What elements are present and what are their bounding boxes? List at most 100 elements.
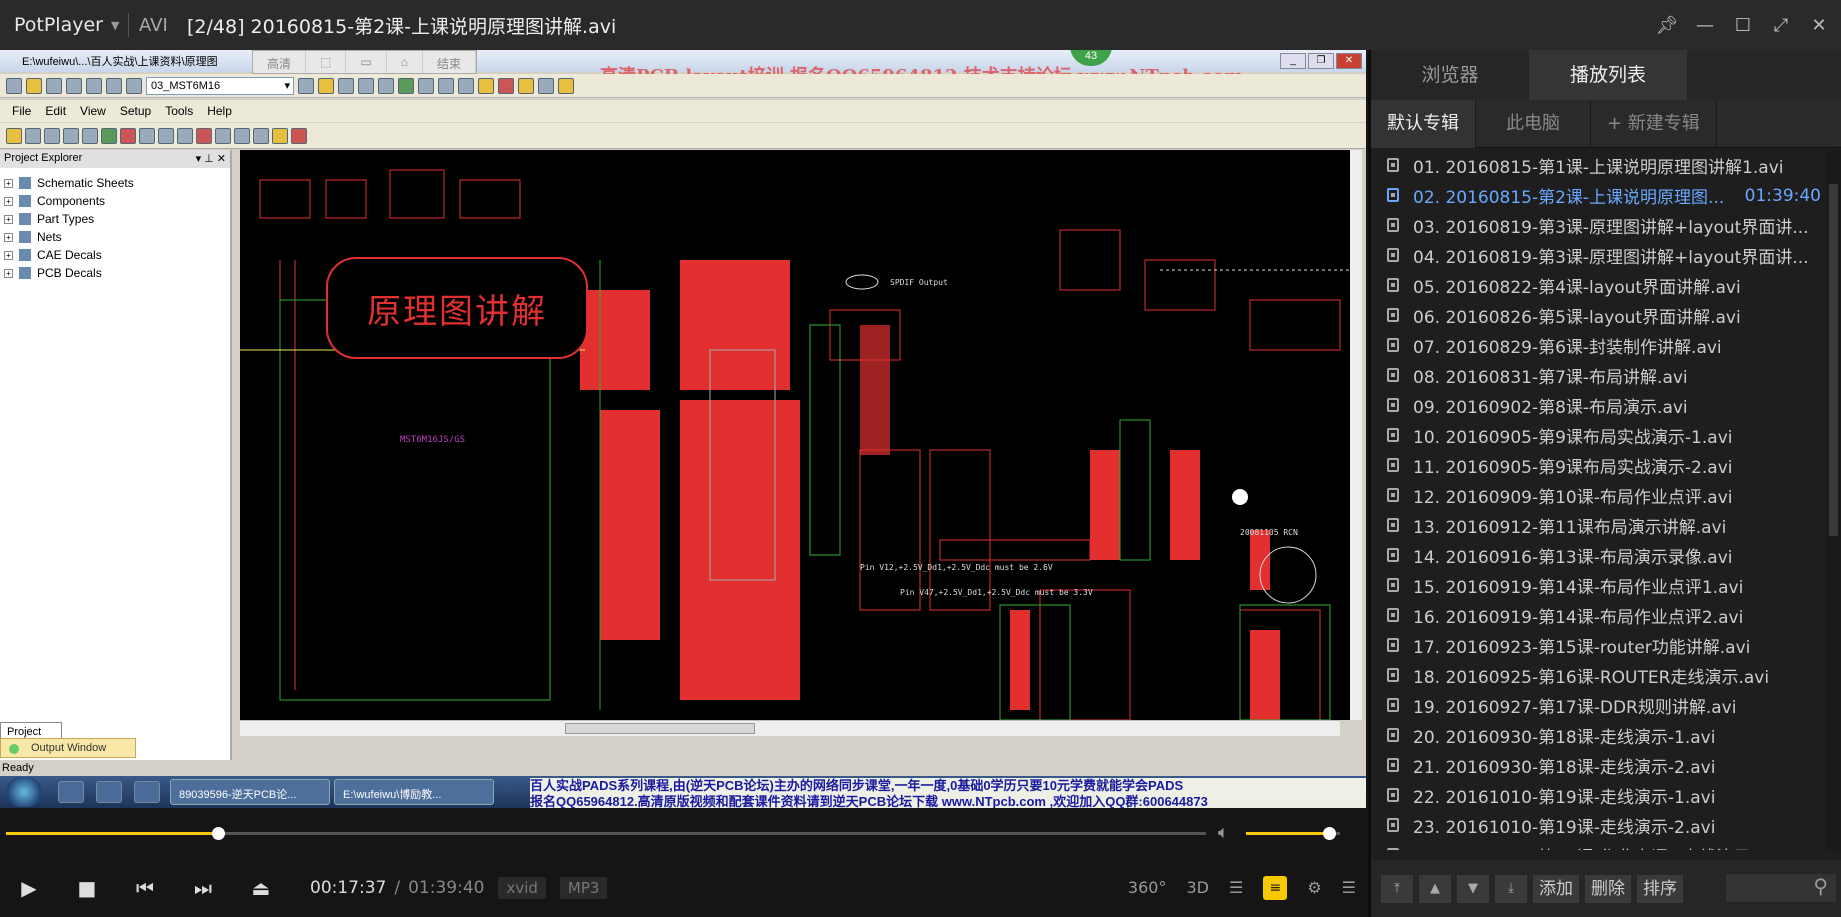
3d-button[interactable]: 3D xyxy=(1186,878,1209,897)
tab-default-album[interactable]: 默认专辑 xyxy=(1371,99,1476,148)
playlist-item[interactable]: 03. 20160819-第3课-原理图讲解+layout界面讲... xyxy=(1371,210,1829,240)
eject-button[interactable]: ⏏︎ xyxy=(232,876,290,900)
stop-button[interactable]: ■ xyxy=(58,876,116,900)
volume-slider[interactable] xyxy=(1246,827,1340,840)
playlist-item[interactable]: 23. 20161010-第19课-走线演示-2.avi xyxy=(1371,810,1829,840)
move-icon xyxy=(25,127,41,144)
components-icon xyxy=(19,195,31,207)
cae-decals-icon xyxy=(19,249,31,261)
audio-codec-badge[interactable]: MP3 xyxy=(559,876,608,899)
tree-item: + CAE Decals xyxy=(4,246,226,264)
menu-icon[interactable]: ☰ xyxy=(1342,878,1356,897)
playlist-item[interactable]: 06. 20160826-第5课-layout界面讲解.avi xyxy=(1371,300,1829,330)
playlist-item[interactable]: 10. 20160905-第9课布局实战演示-1.avi xyxy=(1371,420,1829,450)
total-duration: 01:39:40 xyxy=(408,877,485,898)
playlist-item[interactable]: 08. 20160831-第7课-布局讲解.avi xyxy=(1371,360,1829,390)
capture-icon xyxy=(538,77,554,94)
playlist-item[interactable]: 09. 20160902-第8课-布局演示.avi xyxy=(1371,390,1829,420)
playlist-item-name: 11. 20160905-第9课布局实战演示-2.avi xyxy=(1413,457,1733,478)
panel-controls-icon: ▾ ⊥ ✕ xyxy=(195,153,226,165)
previous-button[interactable]: ⏮︎ xyxy=(116,876,174,900)
seek-fill xyxy=(6,832,219,835)
playlist-item[interactable]: 22. 20161010-第19课-走线演示-1.avi xyxy=(1371,780,1829,810)
file-icon xyxy=(1387,578,1399,592)
tab-playlist[interactable]: 播放列表 xyxy=(1529,50,1687,100)
move-bottom-button[interactable]: ⤓ xyxy=(1495,874,1527,903)
volume-handle[interactable] xyxy=(1322,827,1336,840)
playlist-item[interactable]: 21. 20160930-第18课-走线演示-2.avi xyxy=(1371,750,1829,780)
board-icon xyxy=(398,77,414,94)
vr-360-button[interactable]: 360° xyxy=(1128,878,1167,897)
playlist-scrollbar[interactable] xyxy=(1826,150,1841,850)
playlist-item[interactable]: 01. 20160815-第1课-上课说明原理图讲解1.avi xyxy=(1371,150,1829,180)
seek-bar[interactable] xyxy=(6,827,1206,840)
playlist-item[interactable]: 16. 20160919-第14课-布局作业点评2.avi xyxy=(1371,600,1829,630)
file-icon xyxy=(1387,698,1399,712)
panel-tabs: 浏览器 播放列表 xyxy=(1371,50,1841,100)
volume-icon[interactable]: 🔈︎ xyxy=(1218,822,1229,843)
video-area[interactable]: E:\wufeiwu\...\百人实战\上课资料\原理图 高清 ⬚ ▭ ⌂ 结束… xyxy=(0,50,1366,808)
sort-button[interactable]: 排序 xyxy=(1637,874,1683,903)
scroll-thumb[interactable] xyxy=(1829,184,1838,536)
playlist-item[interactable]: 11. 20160905-第9课布局实战演示-2.avi xyxy=(1371,450,1829,480)
app-icon xyxy=(134,781,160,803)
file-icon xyxy=(1387,158,1399,172)
file-icon xyxy=(1387,458,1399,472)
playlist-search-icon[interactable]: ☰ xyxy=(1229,878,1243,897)
next-button[interactable]: ⏭︎ xyxy=(174,876,232,900)
pin-icon[interactable]: 📌︎ xyxy=(1655,15,1679,36)
playlist-item[interactable]: 14. 20160916-第13课-布局演示录像.avi xyxy=(1371,540,1829,570)
maximize-button[interactable]: ☐ xyxy=(1731,15,1755,36)
side-panel: 浏览器 播放列表 默认专辑 此电脑 + 新建专辑 01. 20160815-第1… xyxy=(1368,50,1841,917)
schematic-drawing: MST6M16JS/GS SPDIF Output 20081105 RCN P… xyxy=(240,169,1360,720)
tab-browser[interactable]: 浏览器 xyxy=(1371,50,1529,100)
playlist-item[interactable]: 13. 20160912-第11课布局演示讲解.avi xyxy=(1371,510,1829,540)
playlist-item[interactable]: 24. 20161012-第20课-作业点评+走线演示-1.avi xyxy=(1371,840,1829,850)
playlist-item[interactable]: 12. 20160909-第10课-布局作业点评.avi xyxy=(1371,480,1829,510)
playlist-item[interactable]: 05. 20160822-第4课-layout界面讲解.avi xyxy=(1371,270,1829,300)
ticker-line: 报名QQ65964812.高清原版视频和配套课件资料请到逆天PCB论坛下载 ww… xyxy=(530,794,1208,808)
copy-icon xyxy=(106,77,122,94)
file-icon xyxy=(1387,398,1399,412)
playlist-item-name: 22. 20161010-第19课-走线演示-1.avi xyxy=(1413,787,1716,808)
delete-button[interactable]: 删除 xyxy=(1585,874,1631,903)
minimize-button[interactable]: — xyxy=(1693,15,1717,36)
playlist-item[interactable]: 02. 20160815-第2课-上课说明原理图... 01:39:40 xyxy=(1371,180,1829,210)
playlist-item[interactable]: 17. 20160923-第15课-router功能讲解.avi xyxy=(1371,630,1829,660)
playlist-item-name: 08. 20160831-第7课-布局讲解.avi xyxy=(1413,367,1688,388)
move-down-button[interactable]: ▼ xyxy=(1457,874,1489,903)
playback-controls: ▶ ■ ⏮︎ ⏭︎ ⏏︎ 00:17:37 / 01:39:40 xvid MP… xyxy=(0,858,1366,917)
playlist-item[interactable]: 18. 20160925-第16课-ROUTER走线演示.avi xyxy=(1371,660,1829,690)
recorder-toolbar: 高清 ⬚ ▭ ⌂ 结束 xyxy=(252,50,477,74)
playlist-item[interactable]: 07. 20160829-第6课-封装制作讲解.avi xyxy=(1371,330,1829,360)
window-controls: 📌︎ — ☐ ⤢ ✕ xyxy=(1655,0,1831,50)
move-top-button[interactable]: ⤒ xyxy=(1381,874,1413,903)
seek-handle[interactable] xyxy=(212,827,226,840)
close-button[interactable]: ✕ xyxy=(1807,15,1831,36)
subtitle-icon[interactable]: ≡ xyxy=(1263,875,1288,900)
gear-icon[interactable]: ⚙ xyxy=(1307,878,1321,897)
playlist-item[interactable]: 15. 20160919-第14课-布局作业点评1.avi xyxy=(1371,570,1829,600)
pads-toolbar-standard: 03_MST6M16 xyxy=(0,74,1366,98)
playlist-item-name: 10. 20160905-第9课布局实战演示-1.avi xyxy=(1413,427,1733,448)
app-menu-button[interactable]: PotPlayer ▼ xyxy=(0,14,120,36)
video-codec-badge[interactable]: xvid xyxy=(498,876,546,899)
file-icon xyxy=(1387,548,1399,562)
playlist-item[interactable]: 04. 20160819-第3课-原理图讲解+layout界面讲... xyxy=(1371,240,1829,270)
refresh-icon xyxy=(438,77,454,94)
properties-icon xyxy=(82,127,98,144)
playlist-item[interactable]: 20. 20160930-第18课-走线演示-1.avi xyxy=(1371,720,1829,750)
tab-this-pc[interactable]: 此电脑 xyxy=(1476,99,1591,148)
new-album-button[interactable]: + 新建专辑 xyxy=(1591,99,1717,148)
schematic-canvas: MST6M16JS/GS SPDIF Output 20081105 RCN P… xyxy=(240,150,1360,720)
playlist-item-name: 18. 20160925-第16课-ROUTER走线演示.avi xyxy=(1413,667,1770,688)
fullscreen-button[interactable]: ⤢ xyxy=(1769,15,1793,36)
search-icon[interactable]: ⚲ xyxy=(1726,874,1836,902)
move-up-button[interactable]: ▲ xyxy=(1419,874,1451,903)
filter-icon xyxy=(318,77,334,94)
playlist-item[interactable]: 19. 20160927-第17课-DDR规则讲解.avi xyxy=(1371,690,1829,720)
file-icon xyxy=(1387,758,1399,772)
chevron-down-icon: ▼ xyxy=(110,18,120,32)
add-button[interactable]: 添加 xyxy=(1533,874,1579,903)
play-button[interactable]: ▶ xyxy=(0,876,58,900)
